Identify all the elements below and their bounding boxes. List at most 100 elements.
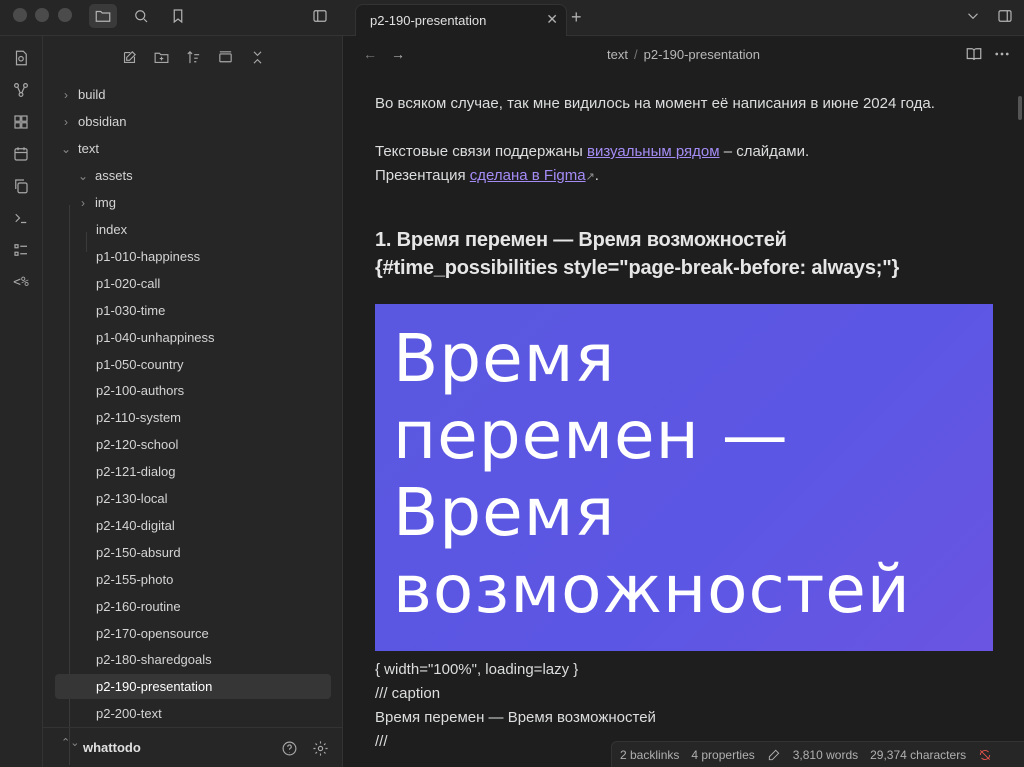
quick-switcher-icon[interactable] xyxy=(9,46,33,70)
properties-count[interactable]: 4 properties xyxy=(691,748,754,762)
tree-file[interactable]: p1-050-country xyxy=(88,352,331,377)
vault-switch-icon[interactable]: ⌃⌄ xyxy=(61,738,79,749)
tree-file-index[interactable]: index xyxy=(88,217,331,242)
breadcrumb-file[interactable]: p2-190-presentation xyxy=(644,47,760,62)
heading-line: 1. Время перемен — Время возможностей xyxy=(375,229,787,251)
tree-file[interactable]: p1-010-happiness xyxy=(88,244,331,269)
chevron-down-icon[interactable] xyxy=(959,4,987,28)
text-span: Текстовые связи поддержаны xyxy=(375,143,587,160)
window-zoom-button[interactable] xyxy=(58,8,72,22)
external-link-icon: ↗ xyxy=(585,171,595,183)
internal-link[interactable]: визуальным рядом xyxy=(587,143,720,160)
tree-file[interactable]: p2-170-opensource xyxy=(88,621,331,646)
tree-file[interactable]: p2-180-sharedgoals xyxy=(88,647,331,672)
external-link[interactable]: сделана в Figma xyxy=(470,167,586,184)
text-span: . xyxy=(594,167,599,184)
window-minimize-button[interactable] xyxy=(35,8,49,22)
settings-gear-icon[interactable] xyxy=(308,737,332,759)
tree-file[interactable]: p2-110-system xyxy=(88,405,331,430)
tree-file[interactable]: p1-020-call xyxy=(88,271,331,296)
caption-text[interactable]: Время перемен — Время возможностей xyxy=(375,706,656,730)
text-span: Презентация xyxy=(375,167,470,184)
reading-view-book-icon[interactable] xyxy=(960,42,988,66)
sync-error-icon[interactable] xyxy=(978,747,992,762)
tab-bar: p2-190-presentation ✕ + xyxy=(343,0,1024,36)
backlinks-count[interactable]: 2 backlinks xyxy=(620,748,679,762)
edit-pencil-icon[interactable] xyxy=(767,747,781,762)
copy-icon[interactable] xyxy=(9,174,33,198)
tab-title: p2-190-presentation xyxy=(370,13,487,28)
tree-file[interactable]: p2-120-school xyxy=(88,432,331,457)
tree-file[interactable]: p2-130-local xyxy=(88,486,331,511)
paragraph[interactable]: Во всяком случае, так мне видилось на мо… xyxy=(375,92,935,116)
file-explorer: › build › obsidian ⌄ text ⌄ assets › img… xyxy=(43,36,343,767)
word-count: 3,810 words xyxy=(792,747,859,762)
window-close-button[interactable] xyxy=(13,8,27,22)
terminal-icon[interactable] xyxy=(9,206,33,230)
paragraph[interactable]: Презентация сделана в Figma↗. xyxy=(375,164,599,189)
slide-line: Время xyxy=(393,320,616,397)
character-count: 29,374 characters xyxy=(870,747,967,762)
tree-folder-build[interactable]: › build xyxy=(58,82,331,107)
breadcrumb: text / p2-190-presentation xyxy=(343,47,1024,62)
right-sidebar-toggle-icon[interactable] xyxy=(991,4,1019,28)
auto-reveal-icon[interactable] xyxy=(213,46,237,68)
new-note-icon[interactable] xyxy=(117,46,141,68)
tree-folder-obsidian[interactable]: › obsidian xyxy=(58,109,331,134)
tab-active-note[interactable]: p2-190-presentation ✕ xyxy=(355,4,567,36)
templater-icon[interactable]: <% xyxy=(9,270,33,294)
heading-2[interactable]: 1. Время перемен — Время возможностей {#… xyxy=(375,226,899,282)
graph-view-icon[interactable] xyxy=(9,78,33,102)
slide-text: Время перемен — Время возможностей xyxy=(393,320,911,628)
slide-line: перемен — xyxy=(393,397,789,474)
ribbon: <% xyxy=(0,36,43,767)
status-bar: 2 backlinks 4 properties 3,810 words 29,… xyxy=(611,741,1024,767)
breadcrumb-separator: / xyxy=(633,47,638,62)
tree-file[interactable]: p2-160-routine xyxy=(88,594,331,619)
file-explorer-toolbar xyxy=(43,36,343,76)
chevron-down-icon: ⌄ xyxy=(60,141,72,156)
bookmark-icon[interactable] xyxy=(164,4,192,28)
calendar-icon[interactable] xyxy=(9,142,33,166)
tree-file[interactable]: p2-121-dialog xyxy=(88,459,331,484)
new-tab-plus-icon[interactable]: + xyxy=(571,7,582,28)
tree-file[interactable]: p2-155-photo xyxy=(88,567,331,592)
chevron-down-icon: ⌄ xyxy=(77,168,89,183)
close-icon[interactable]: ✕ xyxy=(546,11,558,28)
tree-indent-guide xyxy=(86,232,87,252)
collapse-all-icon[interactable] xyxy=(245,46,269,68)
sort-icon[interactable] xyxy=(181,46,205,68)
caption-open[interactable]: /// caption xyxy=(375,682,440,706)
slide-line: Время xyxy=(393,474,616,551)
breadcrumb-folder[interactable]: text xyxy=(607,47,628,62)
canvas-icon[interactable] xyxy=(9,110,33,134)
tree-file-active[interactable]: p2-190-presentation xyxy=(55,674,331,699)
scrollbar-thumb[interactable] xyxy=(1018,96,1022,120)
new-folder-icon[interactable] xyxy=(149,46,173,68)
tree-file[interactable]: p2-140-digital xyxy=(88,513,331,538)
sidebar-toggle-icon[interactable] xyxy=(306,4,334,28)
help-icon[interactable] xyxy=(277,737,301,759)
chevron-right-icon: › xyxy=(64,87,68,102)
tree-file[interactable]: p2-200-text xyxy=(88,701,331,726)
chevron-right-icon: › xyxy=(81,195,85,210)
tree-folder-img[interactable]: › img xyxy=(75,190,331,215)
tree-folder-assets[interactable]: ⌄ assets xyxy=(75,163,331,188)
slide-image[interactable]: Время перемен — Время возможностей xyxy=(375,304,993,651)
list-icon[interactable] xyxy=(9,238,33,262)
more-options-icon[interactable] xyxy=(988,42,1016,66)
tree-file[interactable]: p2-150-absurd xyxy=(88,540,331,565)
heading-line: {#time_possibilities style="page-break-b… xyxy=(375,257,900,279)
caption-close[interactable]: /// xyxy=(375,730,388,754)
folder-icon[interactable] xyxy=(89,4,117,28)
paragraph[interactable]: Текстовые связи поддержаны визуальным ря… xyxy=(375,140,809,164)
tree-file[interactable]: p2-100-authors xyxy=(88,378,331,403)
search-icon[interactable] xyxy=(127,4,155,28)
tree-file[interactable]: p1-030-time xyxy=(88,298,331,323)
attribute-line[interactable]: { width="100%", loading=lazy } xyxy=(375,658,578,682)
sidebar-titlebar xyxy=(0,0,343,36)
editor-pane: ← → text / p2-190-presentation Во всяком с… xyxy=(343,36,1024,767)
tree-file[interactable]: p1-040-unhappiness xyxy=(88,325,331,350)
tree-folder-text[interactable]: ⌄ text xyxy=(58,136,331,161)
vault-name[interactable]: whattodo xyxy=(83,740,141,755)
